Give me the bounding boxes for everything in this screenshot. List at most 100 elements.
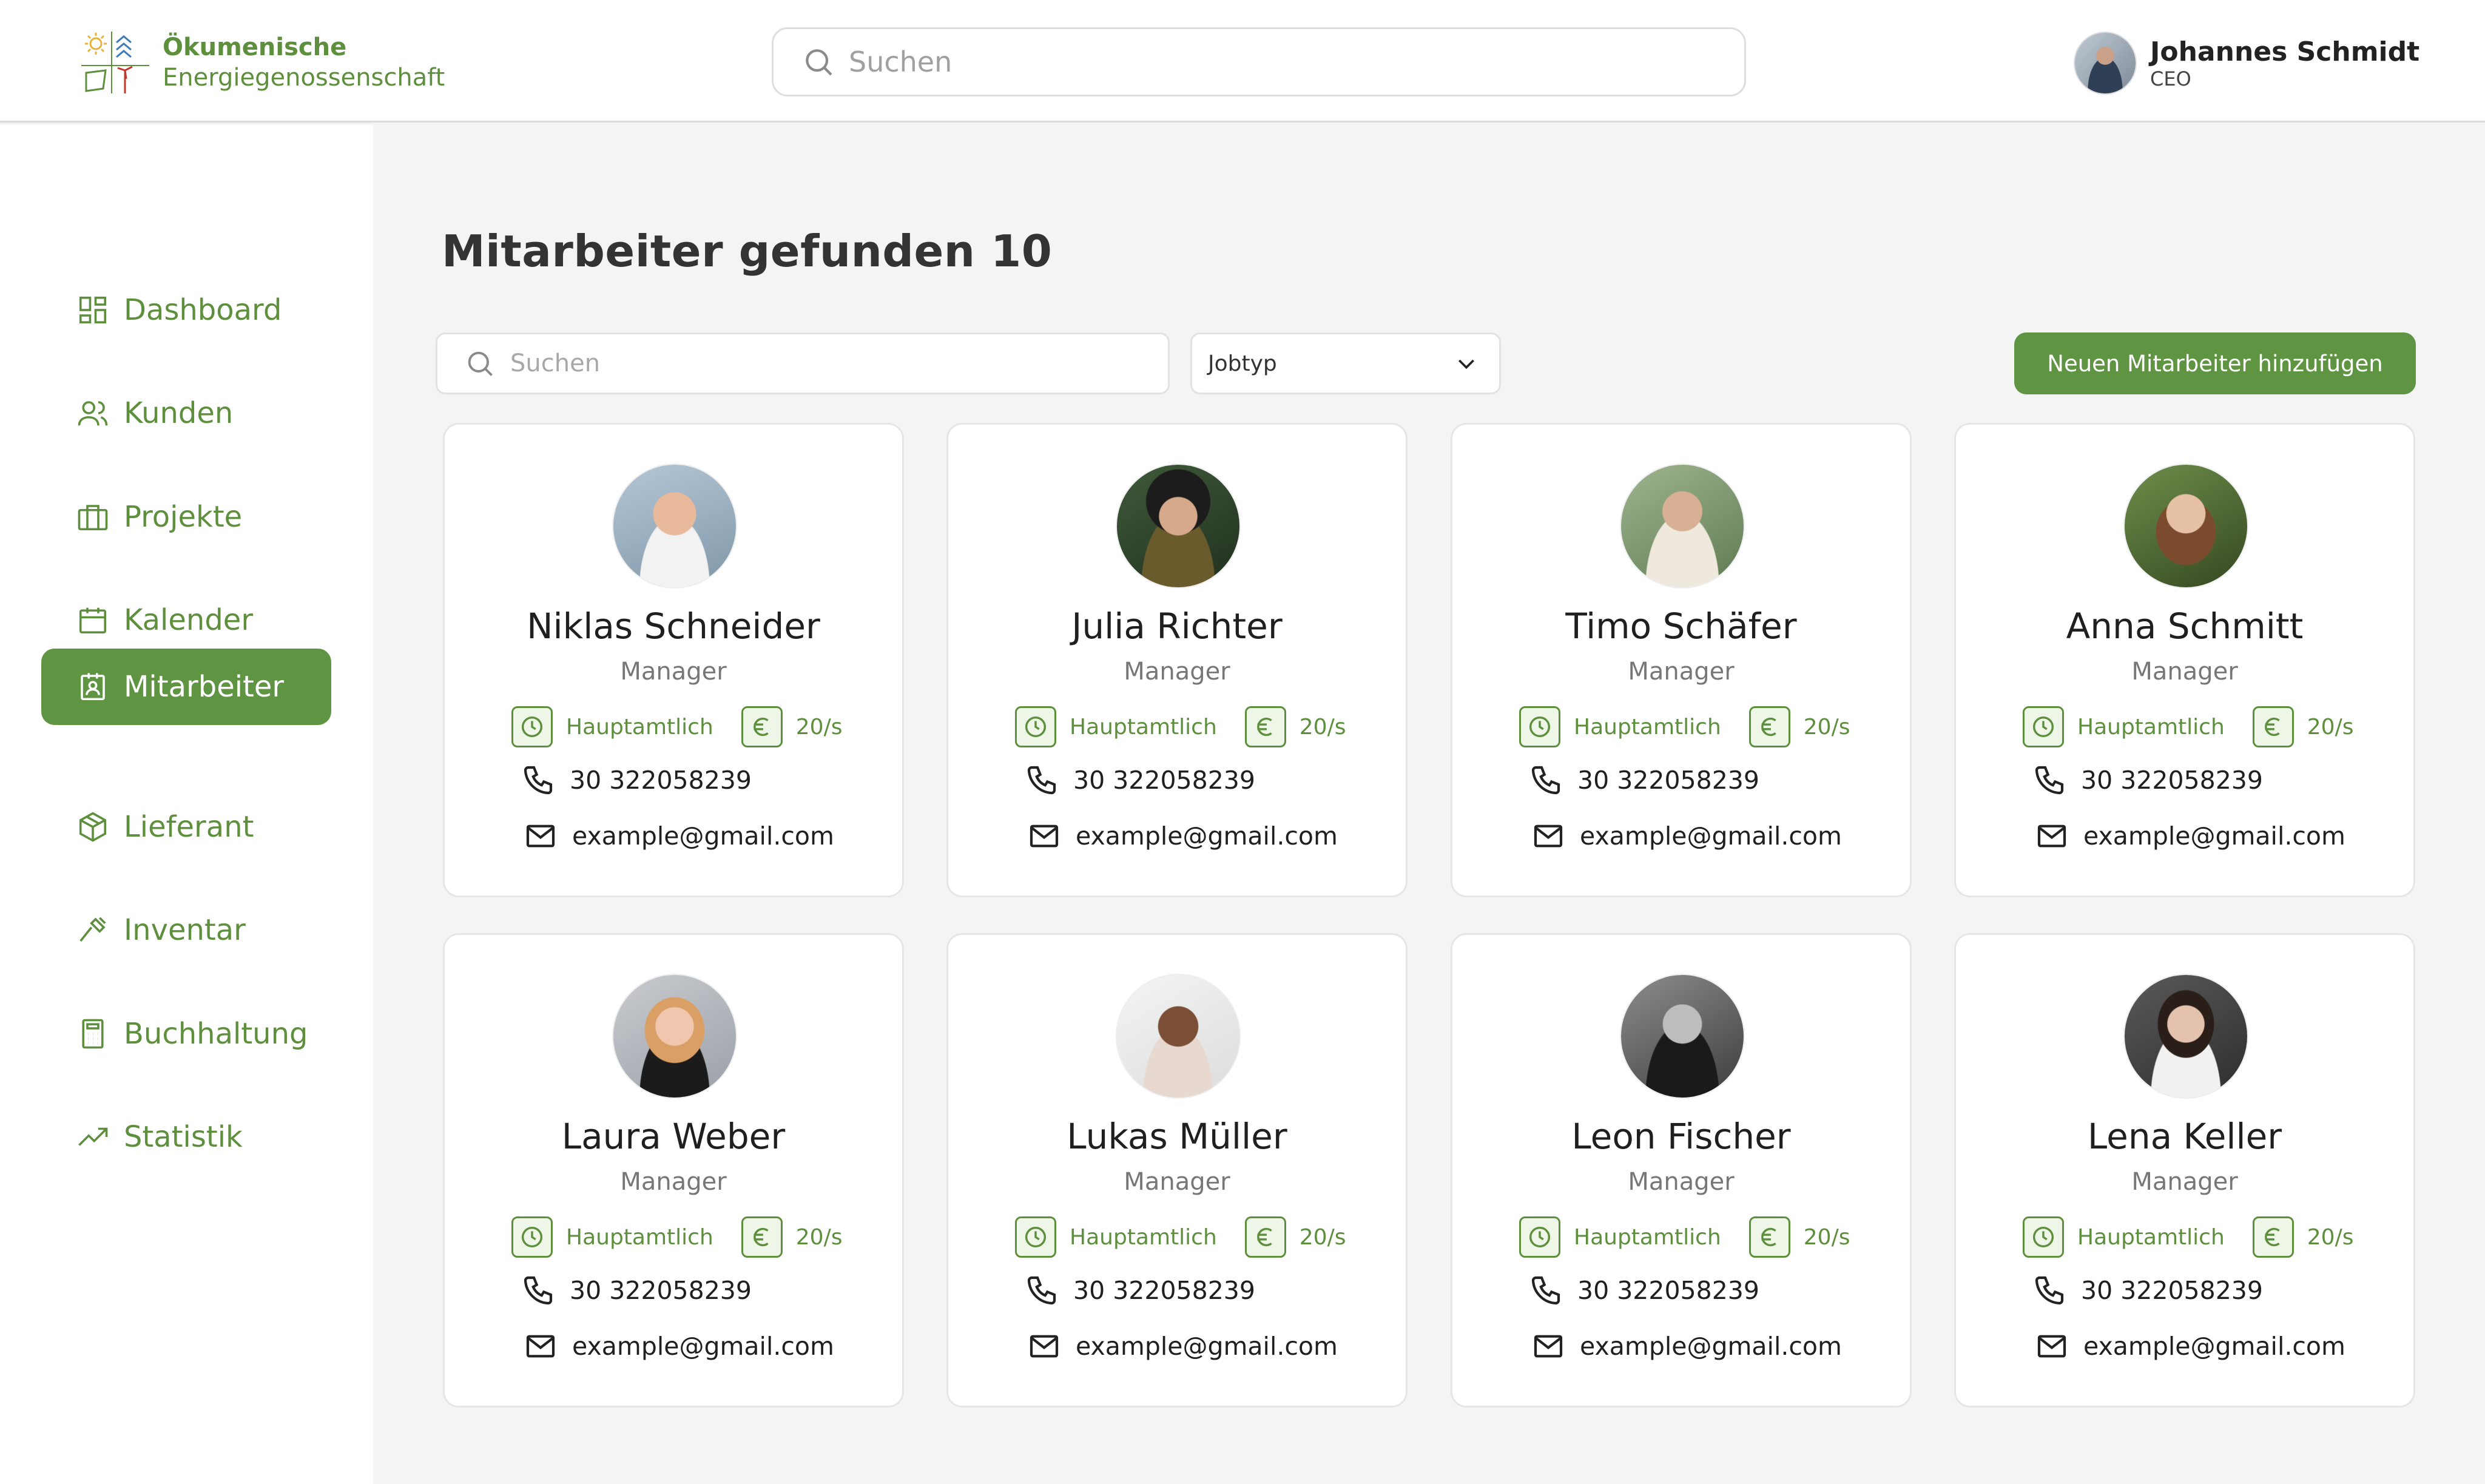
employee-photo <box>612 464 737 589</box>
mail-icon <box>2037 1335 2066 1358</box>
employee-tags: Hauptamtlich 20/s <box>2023 706 2353 747</box>
sidebar-item-lieferant[interactable]: Lieferant <box>41 789 331 865</box>
sidebar-item-buchhaltung[interactable]: Buchhaltung <box>41 996 331 1072</box>
chevron-down-icon <box>1458 359 1474 369</box>
user-profile[interactable]: Johannes Schmidt CEO <box>2074 32 2419 95</box>
hourly-rate: 20/s <box>795 1224 843 1250</box>
employee-phone[interactable]: 30 322058239 <box>1025 1273 1255 1307</box>
avatar[interactable] <box>2074 32 2137 95</box>
euro-icon <box>1761 717 1776 737</box>
euro-icon <box>2264 1227 2280 1247</box>
clock-icon <box>2032 1226 2054 1248</box>
employee-email[interactable]: example@gmail.com <box>1531 1329 1842 1363</box>
euro-icon <box>1256 717 1272 737</box>
employee-name: Timo Schäfer <box>1565 605 1797 647</box>
employee-phone[interactable]: 30 322058239 <box>1529 1273 1759 1307</box>
employee-phone[interactable]: 30 322058239 <box>1025 763 1255 797</box>
phone-icon <box>524 766 553 795</box>
brand-logo[interactable]: Ökumenische Energiegenossenschaft <box>81 30 445 95</box>
employee-photo <box>1620 974 1745 1099</box>
sidebar-item-dashboard[interactable]: Dashboard <box>41 272 331 348</box>
employee-card[interactable]: Laura Weber Manager Hauptamtlich 20/s 30 322… <box>443 933 904 1408</box>
employee-name: Leon Fischer <box>1571 1116 1791 1157</box>
employee-card[interactable]: Leon Fischer Manager Hauptamtlich 20/s 30 32… <box>1451 933 1912 1408</box>
sidebar-item-mitarbeiter[interactable]: Mitarbeiter <box>41 649 331 725</box>
sidebar-item-statistik[interactable]: Statistik <box>41 1099 331 1175</box>
employee-card[interactable]: Lukas Müller Manager Hauptamtlich 20/s 30 32… <box>946 933 1408 1408</box>
employee-card[interactable]: Lena Keller Manager Hauptamtlich 20/s 30 322… <box>1954 933 2415 1408</box>
mail-icon <box>526 1335 555 1358</box>
search-icon <box>806 49 832 76</box>
email-address: example@gmail.com <box>572 821 834 851</box>
email-address: example@gmail.com <box>1580 1332 1842 1361</box>
employee-tags: Hauptamtlich 20/s <box>2023 1216 2353 1258</box>
rate-badge <box>1748 706 1790 747</box>
employee-email[interactable]: example@gmail.com <box>1531 819 1842 853</box>
employee-search[interactable] <box>436 332 1170 394</box>
dashboard-icon <box>79 296 107 324</box>
clock-icon <box>1529 1226 1551 1248</box>
jobtype-select[interactable]: Jobtyp <box>1190 332 1501 394</box>
sidebar-item-inventar[interactable]: Inventar <box>41 892 331 968</box>
rate-badge <box>2252 706 2294 747</box>
employee-email[interactable]: example@gmail.com <box>524 819 834 853</box>
clock-icon <box>1025 1226 1047 1248</box>
users-icon <box>78 401 108 426</box>
sidebar-item-kunden[interactable]: Kunden <box>41 375 331 451</box>
employee-tags: Hauptamtlich 20/s <box>1519 1216 1850 1258</box>
mail-icon <box>1030 825 1059 848</box>
logo-icon <box>81 32 149 93</box>
phone-number: 30 322058239 <box>2081 1276 2263 1305</box>
employee-photo <box>612 974 737 1099</box>
brand-name-line1: Ökumenische <box>163 33 347 61</box>
employee-phone[interactable]: 30 322058239 <box>2032 1273 2263 1307</box>
employee-card[interactable]: Julia Richter Manager Hauptamtlich 20/s 30 3… <box>946 423 1408 897</box>
employee-phone[interactable]: 30 322058239 <box>521 763 752 797</box>
phone-number: 30 322058239 <box>2081 766 2263 795</box>
employee-photo <box>2123 464 2248 589</box>
sidebar-item-kalender[interactable]: Kalender <box>41 582 331 658</box>
employment-type-badge <box>1519 1216 1560 1258</box>
global-search[interactable] <box>772 27 1746 96</box>
sidebar-item-label: Projekte <box>124 500 243 534</box>
trending-up-icon <box>78 1127 108 1146</box>
mail-icon <box>2037 825 2066 848</box>
clock-icon <box>521 1226 543 1248</box>
employee-photo <box>1116 974 1241 1099</box>
employee-card[interactable]: Niklas Schneider Manager Hauptamtlich 20/s 3… <box>443 423 904 897</box>
clock-icon <box>521 716 543 738</box>
rate-badge <box>741 706 783 747</box>
employee-email[interactable]: example@gmail.com <box>524 1329 834 1363</box>
global-search-input[interactable] <box>849 46 1698 78</box>
employee-name: Julia Richter <box>1071 605 1283 647</box>
email-address: example@gmail.com <box>2083 821 2345 851</box>
jobtype-select-value: Jobtyp <box>1208 351 1277 376</box>
sidebar: Dashboard Kunden Projekte Kalender Mitar… <box>0 124 373 1484</box>
add-employee-button[interactable]: Neuen Mitarbeiter hinzufügen <box>2014 332 2416 394</box>
employee-phone[interactable]: 30 322058239 <box>1529 763 1759 797</box>
sidebar-item-label: Kalender <box>124 603 254 637</box>
employee-email[interactable]: example@gmail.com <box>1027 819 1338 853</box>
employee-email[interactable]: example@gmail.com <box>2035 1329 2345 1363</box>
employee-email[interactable]: example@gmail.com <box>2035 819 2345 853</box>
employee-phone[interactable]: 30 322058239 <box>521 1273 752 1307</box>
sidebar-item-projekte[interactable]: Projekte <box>41 479 331 555</box>
calculator-icon <box>82 1019 104 1049</box>
employee-email[interactable]: example@gmail.com <box>1027 1329 1338 1363</box>
employee-search-input[interactable] <box>510 349 1117 377</box>
phone-icon <box>1531 1276 1560 1305</box>
phone-number: 30 322058239 <box>570 766 752 795</box>
employee-card[interactable]: Anna Schmitt Manager Hauptamtlich 20/s 30 32… <box>1954 423 2415 897</box>
rate-badge <box>1748 1216 1790 1258</box>
employee-name: Laura Weber <box>561 1116 786 1157</box>
email-address: example@gmail.com <box>1076 821 1338 851</box>
employee-role: Manager <box>2131 1168 2238 1196</box>
hourly-rate: 20/s <box>795 714 843 740</box>
euro-icon <box>753 717 769 737</box>
employee-card[interactable]: Timo Schäfer Manager Hauptamtlich 20/s 30 32… <box>1451 423 1912 897</box>
email-address: example@gmail.com <box>572 1332 834 1361</box>
clock-icon <box>1025 716 1047 738</box>
clock-icon <box>1529 716 1551 738</box>
phone-icon <box>2035 1276 2064 1305</box>
employee-phone[interactable]: 30 322058239 <box>2032 763 2263 797</box>
